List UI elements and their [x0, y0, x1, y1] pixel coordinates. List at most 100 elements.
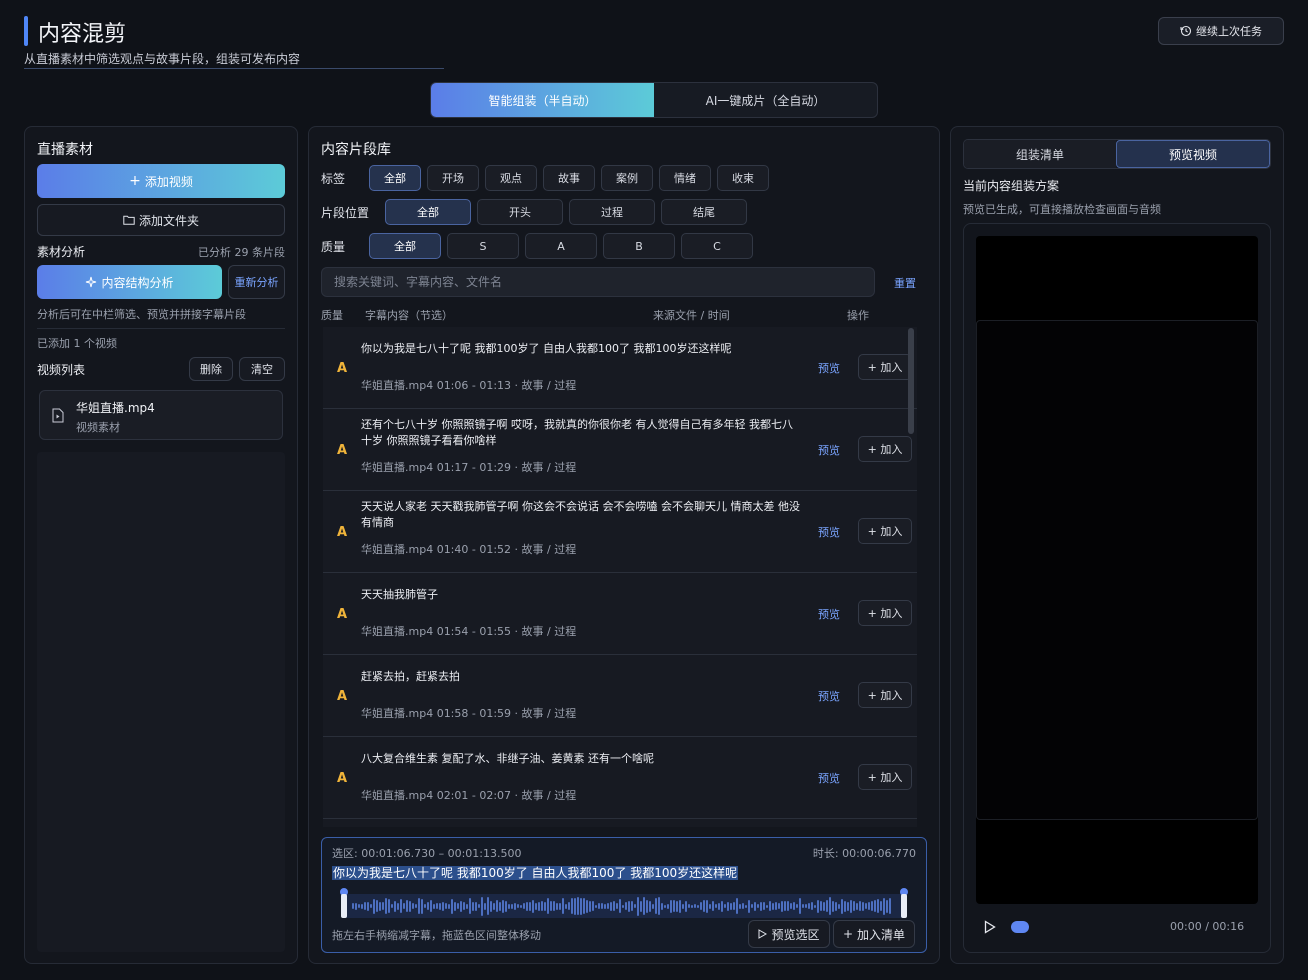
clip-list-scrollbar[interactable] — [908, 328, 914, 434]
clip-text: 还有个七八十岁 你照照镜子啊 哎呀，我就真的你很你老 有人觉得自己有多年轻 我都… — [361, 418, 793, 447]
clip-row[interactable]: A 天天抽我肺管子 华姐直播.mp4 01:54 - 01:55 · 故事 / … — [323, 573, 917, 655]
waveform-bar — [661, 902, 663, 910]
waveform-bar — [520, 904, 522, 908]
clip-row[interactable]: A 还有个七八十岁 你照照镜子啊 哎呀，我就真的你很你老 有人觉得自己有多年轻 … — [323, 409, 917, 491]
waveform-bar — [550, 901, 552, 911]
waveform-bar — [562, 898, 564, 914]
progress-knob[interactable] — [1011, 921, 1029, 933]
play-icon[interactable] — [984, 920, 996, 934]
position-chip-middle[interactable]: 过程 — [569, 199, 655, 225]
waveform-bar — [805, 904, 807, 908]
add-video-button[interactable]: + 添加视频 — [37, 164, 285, 198]
tab-ai-auto[interactable]: AI一键成片（全自动） — [654, 83, 877, 117]
preview-link[interactable]: 预览 — [818, 737, 840, 819]
source-material-title: 直播素材 — [37, 142, 93, 158]
waveform-bar — [730, 902, 732, 910]
position-chip-start[interactable]: 开头 — [477, 199, 563, 225]
waveform-bar — [403, 903, 405, 909]
tab-assembly-list[interactable]: 组装清单 — [964, 140, 1116, 168]
waveform-bar — [373, 898, 375, 914]
tag-chip-case[interactable]: 案例 — [601, 165, 653, 191]
waveform-bar — [406, 900, 408, 912]
waveform-bar — [673, 900, 675, 912]
waveform-bar — [619, 899, 621, 913]
tag-chip-all[interactable]: 全部 — [369, 165, 421, 191]
quality-chip-c[interactable]: C — [681, 233, 753, 259]
reset-link[interactable]: 重置 — [894, 275, 916, 291]
waveform-bar — [754, 901, 756, 911]
add-clip-button[interactable]: + 加入 — [858, 518, 912, 544]
content-structure-analysis-button[interactable]: 内容结构分析 — [37, 265, 222, 299]
clip-meta: 华姐直播.mp4 01:06 - 01:13 · 故事 / 过程 — [361, 379, 577, 392]
video-list-area — [37, 452, 285, 952]
analysis-hint: 分析后可在中栏筛选、预览并拼接字幕片段 — [37, 308, 246, 321]
video-list-item[interactable]: 华姐直播.mp4 视频素材 — [39, 390, 283, 440]
clip-row[interactable]: A 赶紧去拍，赶紧去拍 华姐直播.mp4 01:58 - 01:59 · 故事 … — [323, 655, 917, 737]
waveform-bar — [634, 904, 636, 908]
clip-meta: 华姐直播.mp4 01:17 - 01:29 · 故事 / 过程 — [361, 461, 577, 474]
column-header-text: 字幕内容（节选） — [365, 309, 453, 322]
add-clip-button[interactable]: + 加入 — [858, 682, 912, 708]
preview-link[interactable]: 预览 — [818, 491, 840, 573]
waveform-bar — [715, 904, 717, 908]
add-clip-button[interactable]: + 加入 — [858, 354, 912, 380]
waveform-bar — [577, 897, 579, 915]
waveform-bar — [493, 902, 495, 910]
tag-chip-emotion[interactable]: 情绪 — [659, 165, 711, 191]
add-clip-button[interactable]: + 加入 — [858, 600, 912, 626]
waveform-bar — [811, 902, 813, 910]
right-trim-handle[interactable] — [900, 888, 908, 918]
add-folder-button[interactable]: 添加文件夹 — [37, 204, 285, 236]
add-clip-button[interactable]: + 加入 — [858, 436, 912, 462]
quality-chip-a[interactable]: A — [525, 233, 597, 259]
add-video-label: 添加视频 — [144, 174, 193, 189]
plan-title: 当前内容组装方案 — [963, 179, 1060, 193]
tab-preview-video[interactable]: 预览视频 — [1116, 140, 1270, 168]
preview-link[interactable]: 预览 — [818, 327, 840, 409]
preview-panel: 组装清单 预览视频 当前内容组装方案 预览已生成，可直接播放检查画面与音频 00… — [950, 126, 1284, 964]
preview-link[interactable]: 预览 — [818, 655, 840, 737]
add-clip-button[interactable]: + 加入 — [858, 764, 912, 790]
delete-button[interactable]: 删除 — [189, 357, 233, 381]
sparkle-icon — [86, 276, 97, 288]
preview-selection-button[interactable]: 预览选区 — [748, 920, 830, 948]
waveform-bar — [391, 904, 393, 908]
video-canvas[interactable] — [976, 236, 1258, 904]
waveform-bar — [700, 902, 702, 910]
waveform-bar — [856, 902, 858, 910]
waveform-bar — [397, 902, 399, 910]
analysis-count: 已分析 29 条片段 — [198, 246, 285, 259]
position-chip-end[interactable]: 结尾 — [661, 199, 747, 225]
clear-button[interactable]: 清空 — [239, 357, 285, 381]
clip-row[interactable]: A 八大复合维生素 复配了水、非继子油、姜黄素 还有一个啥呢 华姐直播.mp4 … — [323, 737, 917, 819]
quality-chip-b[interactable]: B — [603, 233, 675, 259]
tab-smart-assemble[interactable]: 智能组装（半自动） — [431, 83, 654, 117]
position-chip-all[interactable]: 全部 — [385, 199, 471, 225]
waveform-range[interactable] — [344, 894, 906, 918]
search-input[interactable] — [321, 267, 875, 297]
waveform-bar — [607, 903, 609, 909]
waveform-bar — [853, 901, 855, 911]
tag-chip-opening[interactable]: 开场 — [427, 165, 479, 191]
clip-row[interactable]: A 天天说人家老 天天戳我肺管子啊 你这会不会说话 会不会唠嗑 会不会聊天儿 情… — [323, 491, 917, 573]
mode-tabs: 智能组装（半自动） AI一键成片（全自动） — [430, 82, 878, 118]
waveform-bar — [454, 901, 456, 911]
preview-link[interactable]: 预览 — [818, 409, 840, 491]
waveform-bar — [604, 903, 606, 909]
reanalyze-button[interactable]: 重新分析 — [228, 265, 285, 299]
waveform-bar — [439, 902, 441, 910]
divider — [37, 328, 285, 329]
preview-link[interactable]: 预览 — [818, 573, 840, 655]
tag-chip-closing[interactable]: 收束 — [717, 165, 769, 191]
waveform-bar — [469, 898, 471, 914]
left-trim-handle[interactable] — [340, 888, 348, 918]
tag-chip-viewpoint[interactable]: 观点 — [485, 165, 537, 191]
add-to-list-button[interactable]: + 加入清单 — [833, 920, 915, 948]
quality-chip-all[interactable]: 全部 — [369, 233, 441, 259]
resume-task-button[interactable]: 继续上次任务 — [1158, 17, 1284, 45]
tag-chip-story[interactable]: 故事 — [543, 165, 595, 191]
clip-library-title: 内容片段库 — [321, 142, 391, 158]
clip-row[interactable]: A 你以为我是七八十了呢 我都100岁了 自由人我都100了 我都100岁还这样… — [323, 327, 917, 409]
title-accent-bar — [24, 16, 28, 46]
quality-chip-s[interactable]: S — [447, 233, 519, 259]
